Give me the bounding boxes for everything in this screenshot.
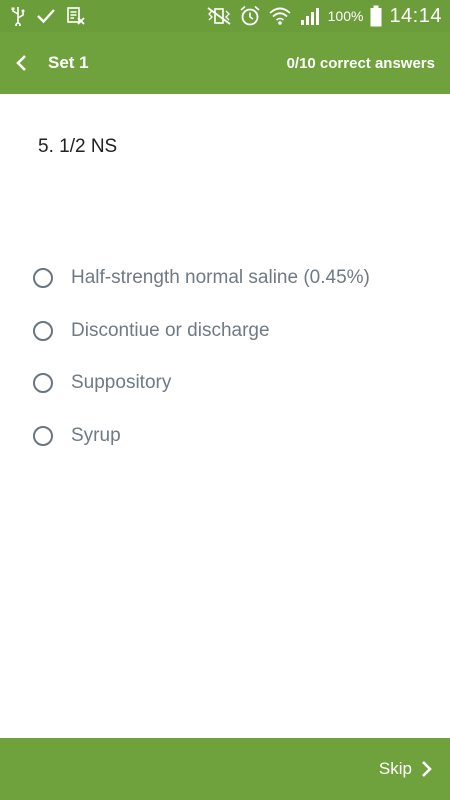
page-title: Set 1: [48, 53, 89, 72]
check-icon: [36, 7, 56, 25]
clock: 14:14: [389, 4, 442, 27]
status-bar: 100% 14:14: [0, 0, 450, 32]
status-right-icons: 100% 14:14: [206, 5, 450, 28]
status-left-icons: [0, 6, 86, 26]
radio-button[interactable]: [33, 268, 53, 289]
radio-button[interactable]: [33, 320, 53, 341]
document-x-icon: [66, 6, 86, 26]
usb-icon: [10, 6, 26, 26]
back-button[interactable]: [0, 32, 44, 94]
answer-option-label: Syrup: [71, 424, 121, 446]
bottom-bar: Skip: [0, 738, 450, 800]
alarm-icon: [239, 5, 261, 27]
answer-option[interactable]: Half-strength normal saline (0.45%): [30, 252, 430, 305]
answer-options: Half-strength normal saline (0.45%) Disc…: [30, 252, 430, 462]
answer-option[interactable]: Discontiue or discharge: [30, 305, 430, 358]
radio-button[interactable]: [33, 425, 53, 446]
answer-option[interactable]: Suppository: [30, 357, 430, 410]
answer-option-label: Half-strength normal saline (0.45%): [71, 267, 370, 289]
skip-button[interactable]: Skip: [379, 759, 450, 779]
answer-option[interactable]: Syrup: [30, 410, 430, 463]
signal-icon: [299, 6, 321, 26]
answer-option-label: Suppository: [71, 372, 172, 394]
radio-button[interactable]: [33, 373, 53, 394]
chevron-right-icon: [420, 760, 432, 778]
answer-option-label: Discontiue or discharge: [71, 319, 270, 341]
battery-icon: [370, 5, 382, 27]
score-counter: 0/10 correct answers: [286, 54, 435, 72]
question-text: 5. 1/2 NS: [38, 136, 118, 157]
chevron-left-icon: [15, 54, 29, 72]
battery-percent: 100%: [327, 8, 364, 24]
vibrate-mute-icon: [206, 6, 232, 26]
quiz-screen: 100% 14:14 Set 1 0/10 correct answers 5.…: [0, 0, 450, 800]
skip-label: Skip: [378, 759, 412, 778]
wifi-icon: [268, 6, 292, 26]
app-bar: Set 1 0/10 correct answers: [0, 32, 450, 94]
